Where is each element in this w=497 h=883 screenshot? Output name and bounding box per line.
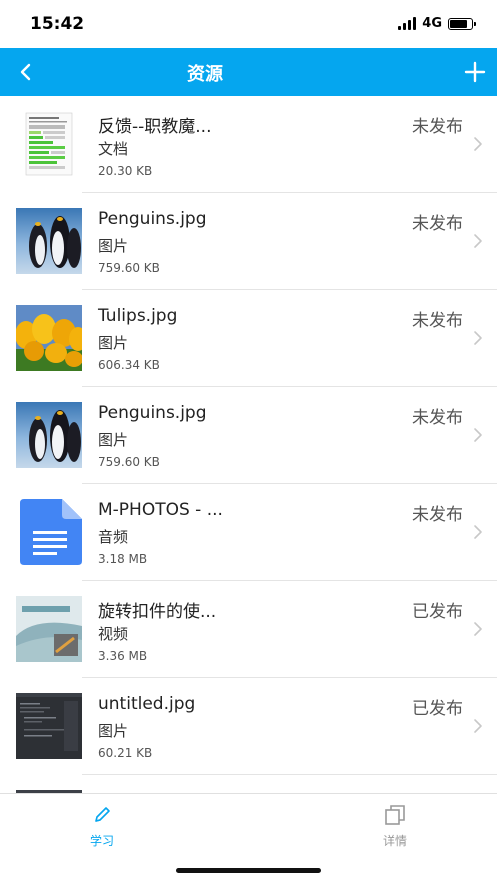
tab-learn[interactable]: 学习 — [62, 802, 142, 849]
add-icon[interactable] — [463, 60, 487, 84]
thumbnail — [16, 111, 82, 177]
thumbnail — [16, 693, 82, 759]
list-item[interactable]: Penguins.jpg 图片 759.60 KB 未发布 — [0, 193, 497, 290]
thumbnail — [16, 596, 82, 662]
chevron-right-icon — [474, 428, 482, 442]
status-indicators: 4G — [398, 16, 476, 31]
tab-learn-label: 学习 — [89, 834, 114, 848]
publish-status: 已发布 — [412, 602, 463, 622]
chevron-right-icon — [474, 234, 482, 248]
item-name: Penguins.jpg — [98, 403, 207, 423]
tab-bar: 学习 详情 — [0, 793, 497, 883]
list-item[interactable]: M-PHOTOS - ... 音频 3.18 MB 未发布 — [0, 484, 497, 581]
copy-icon — [385, 805, 405, 825]
item-size: 20.30 KB — [98, 164, 153, 178]
publish-status: 未发布 — [412, 214, 463, 234]
item-size: 3.18 MB — [98, 552, 148, 566]
status-bar: 15:42 4G — [0, 0, 497, 48]
nav-bar: 资源 — [0, 48, 497, 96]
chevron-right-icon — [474, 622, 482, 636]
item-type: 图片 — [98, 334, 129, 352]
thumbnail — [16, 305, 82, 371]
list-item[interactable]: Tulips.jpg 图片 606.34 KB 未发布 — [0, 290, 497, 387]
resource-list: 反馈--职教魔... 文档 20.30 KB 未发布 Penguins.jpg 图片 759… — [0, 96, 497, 793]
tab-detail-label: 详情 — [382, 834, 407, 848]
item-size: 60.21 KB — [98, 746, 153, 760]
page-title: 资源 — [187, 64, 223, 85]
item-type: 图片 — [98, 237, 129, 255]
list-item[interactable]: Penguins.jpg 图片 759.60 KB 未发布 — [0, 387, 497, 484]
item-name: 旋转扣件的使... — [98, 602, 217, 622]
network-type: 4G — [422, 16, 442, 31]
publish-status: 未发布 — [412, 505, 463, 525]
item-size: 606.34 KB — [98, 358, 160, 372]
item-type: 文档 — [98, 140, 129, 158]
pencil-icon — [95, 807, 110, 822]
item-name: Penguins.jpg — [98, 209, 207, 229]
chevron-right-icon — [474, 525, 482, 539]
list-item[interactable]: 反馈--职教魔... 文档 20.30 KB 未发布 — [0, 96, 497, 193]
item-name: untitled.jpg — [98, 694, 196, 714]
publish-status: 已发布 — [412, 699, 463, 719]
list-item[interactable]: 旋转扣件的使... 视频 3.36 MB 已发布 — [0, 581, 497, 678]
chevron-right-icon — [474, 331, 482, 345]
chevron-right-icon — [474, 137, 482, 151]
item-size: 3.36 MB — [98, 649, 148, 663]
home-indicator — [176, 868, 321, 873]
item-type: 视频 — [98, 625, 129, 643]
item-type: 音频 — [98, 528, 129, 546]
battery-icon — [448, 17, 476, 30]
thumbnail — [16, 402, 82, 468]
chevron-right-icon — [474, 719, 482, 733]
item-type: 图片 — [98, 722, 129, 740]
tab-detail[interactable]: 详情 — [355, 802, 435, 849]
list-item[interactable] — [0, 775, 497, 793]
thumbnail — [16, 208, 82, 274]
item-name: M-PHOTOS - ... — [98, 500, 223, 520]
item-size: 759.60 KB — [98, 455, 160, 469]
item-type: 图片 — [98, 431, 129, 449]
publish-status: 未发布 — [412, 408, 463, 428]
item-name: 反馈--职教魔... — [98, 117, 212, 137]
signal-icon — [398, 17, 417, 30]
item-name: Tulips.jpg — [98, 306, 178, 326]
list-item[interactable]: untitled.jpg 图片 60.21 KB 已发布 — [0, 678, 497, 775]
thumbnail — [16, 499, 82, 565]
publish-status: 未发布 — [412, 117, 463, 137]
item-size: 759.60 KB — [98, 261, 160, 275]
publish-status: 未发布 — [412, 311, 463, 331]
status-time: 15:42 — [30, 14, 85, 34]
